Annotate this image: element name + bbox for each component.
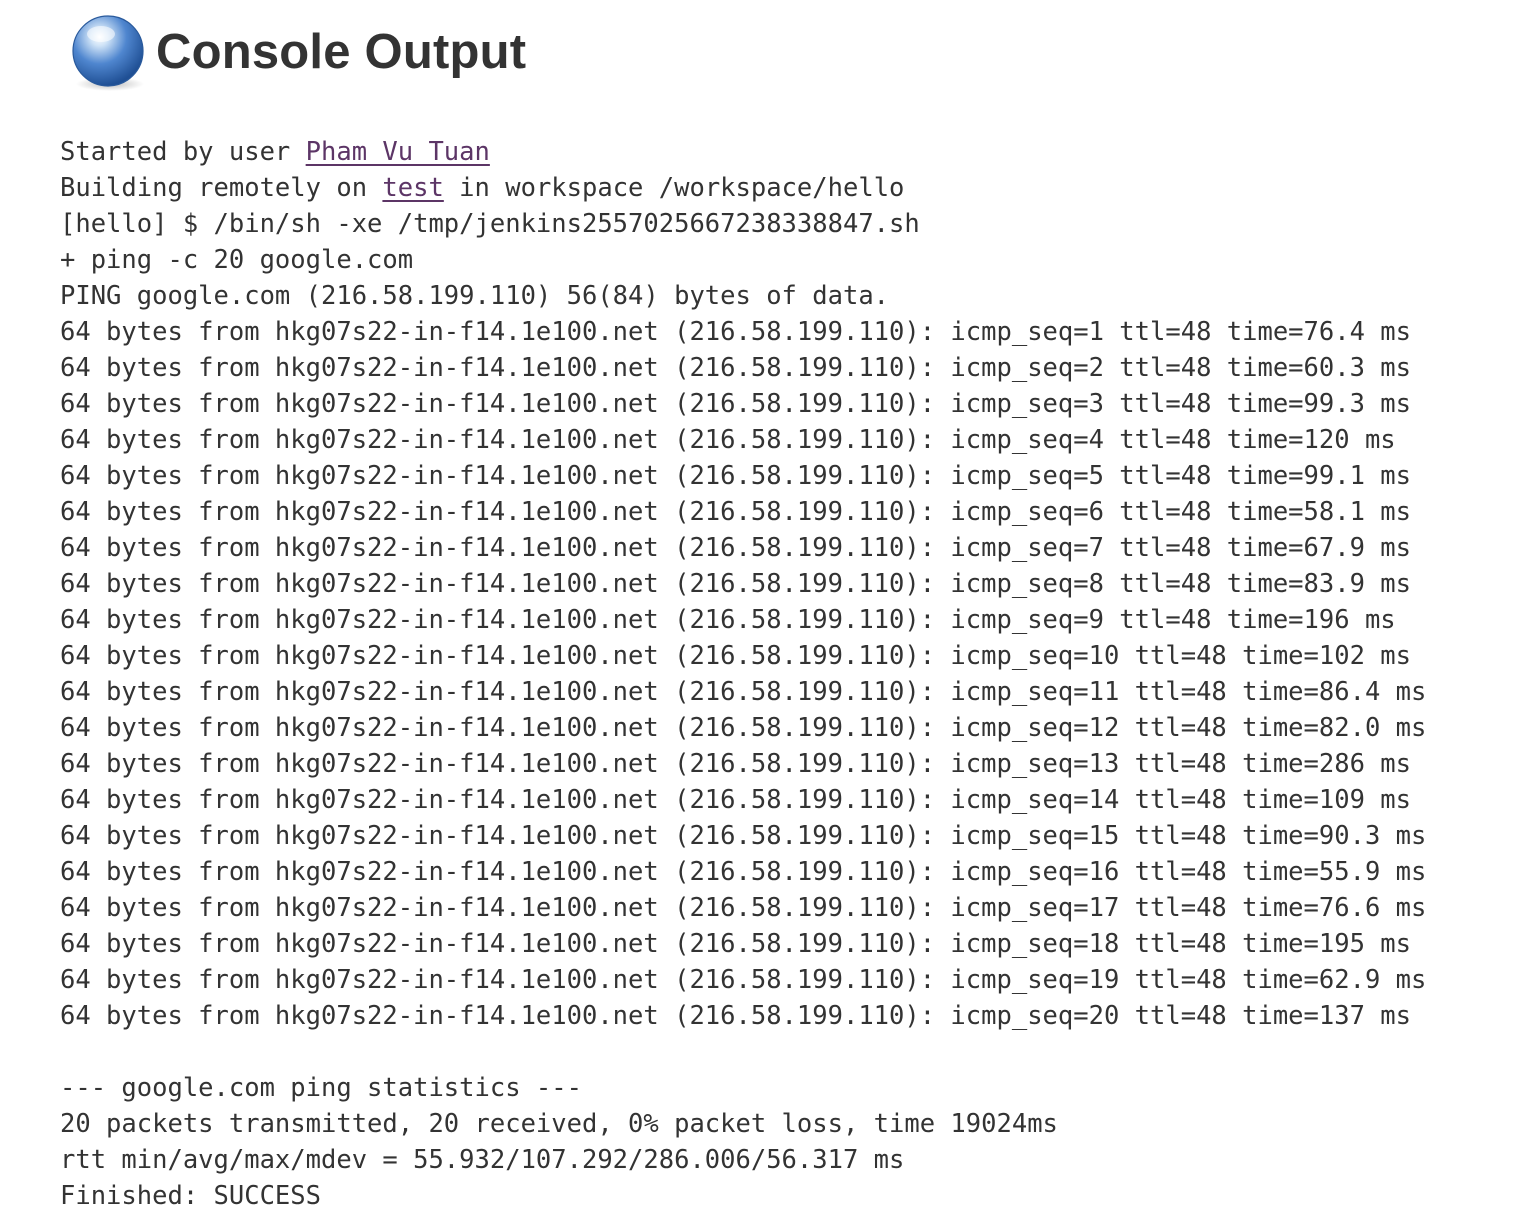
ping-reply-line: 64 bytes from hkg07s22-in-f14.1e100.net … <box>60 353 1412 383</box>
console-line: PING google.com (216.58.199.110) 56(84) … <box>60 281 890 311</box>
node-link[interactable]: test <box>382 173 443 203</box>
ping-reply-line: 64 bytes from hkg07s22-in-f14.1e100.net … <box>60 533 1412 563</box>
ping-reply-line: 64 bytes from hkg07s22-in-f14.1e100.net … <box>60 677 1427 707</box>
ping-reply-line: 64 bytes from hkg07s22-in-f14.1e100.net … <box>60 929 1412 959</box>
console-line: + ping -c 20 google.com <box>60 245 414 275</box>
page-title: Console Output <box>156 24 527 79</box>
ping-reply-line: 64 bytes from hkg07s22-in-f14.1e100.net … <box>60 641 1412 671</box>
ping-reply-line: 64 bytes from hkg07s22-in-f14.1e100.net … <box>60 893 1427 923</box>
ping-reply-line: 64 bytes from hkg07s22-in-f14.1e100.net … <box>60 785 1412 815</box>
ping-reply-line: 64 bytes from hkg07s22-in-f14.1e100.net … <box>60 1001 1412 1031</box>
ping-reply-line: 64 bytes from hkg07s22-in-f14.1e100.net … <box>60 713 1427 743</box>
ping-reply-line: 64 bytes from hkg07s22-in-f14.1e100.net … <box>60 821 1427 851</box>
ping-reply-line: 64 bytes from hkg07s22-in-f14.1e100.net … <box>60 569 1412 599</box>
ping-reply-line: 64 bytes from hkg07s22-in-f14.1e100.net … <box>60 389 1412 419</box>
console-line-building: Building remotely on test in workspace /… <box>60 170 1426 206</box>
ping-reply-line: 64 bytes from hkg07s22-in-f14.1e100.net … <box>60 461 1412 491</box>
stats-rtt-line: rtt min/avg/max/mdev = 55.932/107.292/28… <box>60 1145 905 1175</box>
console-output: Started by user Pham Vu Tuan Building rem… <box>60 134 1426 1214</box>
ping-reply-line: 64 bytes from hkg07s22-in-f14.1e100.net … <box>60 965 1427 995</box>
ping-reply-line: 64 bytes from hkg07s22-in-f14.1e100.net … <box>60 749 1412 779</box>
building-suffix: in workspace /workspace/hello <box>443 173 905 203</box>
finished-status-line: Finished: SUCCESS <box>60 1181 321 1211</box>
ping-reply-line: 64 bytes from hkg07s22-in-f14.1e100.net … <box>60 317 1412 347</box>
console-line: [hello] $ /bin/sh -xe /tmp/jenkins255702… <box>60 209 920 239</box>
stats-summary-line: 20 packets transmitted, 20 received, 0% … <box>60 1109 1058 1139</box>
building-prefix: Building remotely on <box>60 173 383 203</box>
ping-reply-line: 64 bytes from hkg07s22-in-f14.1e100.net … <box>60 425 1396 455</box>
user-link[interactable]: Pham Vu Tuan <box>306 137 490 167</box>
console-line-started: Started by user Pham Vu Tuan <box>60 134 1426 170</box>
blue-orb-icon <box>68 12 148 92</box>
ping-reply-line: 64 bytes from hkg07s22-in-f14.1e100.net … <box>60 497 1412 527</box>
ping-reply-line: 64 bytes from hkg07s22-in-f14.1e100.net … <box>60 605 1396 635</box>
page-header: Console Output <box>68 10 526 94</box>
ping-reply-line: 64 bytes from hkg07s22-in-f14.1e100.net … <box>60 857 1427 887</box>
stats-header-line: --- google.com ping statistics --- <box>60 1073 582 1103</box>
started-prefix: Started by user <box>60 137 306 167</box>
